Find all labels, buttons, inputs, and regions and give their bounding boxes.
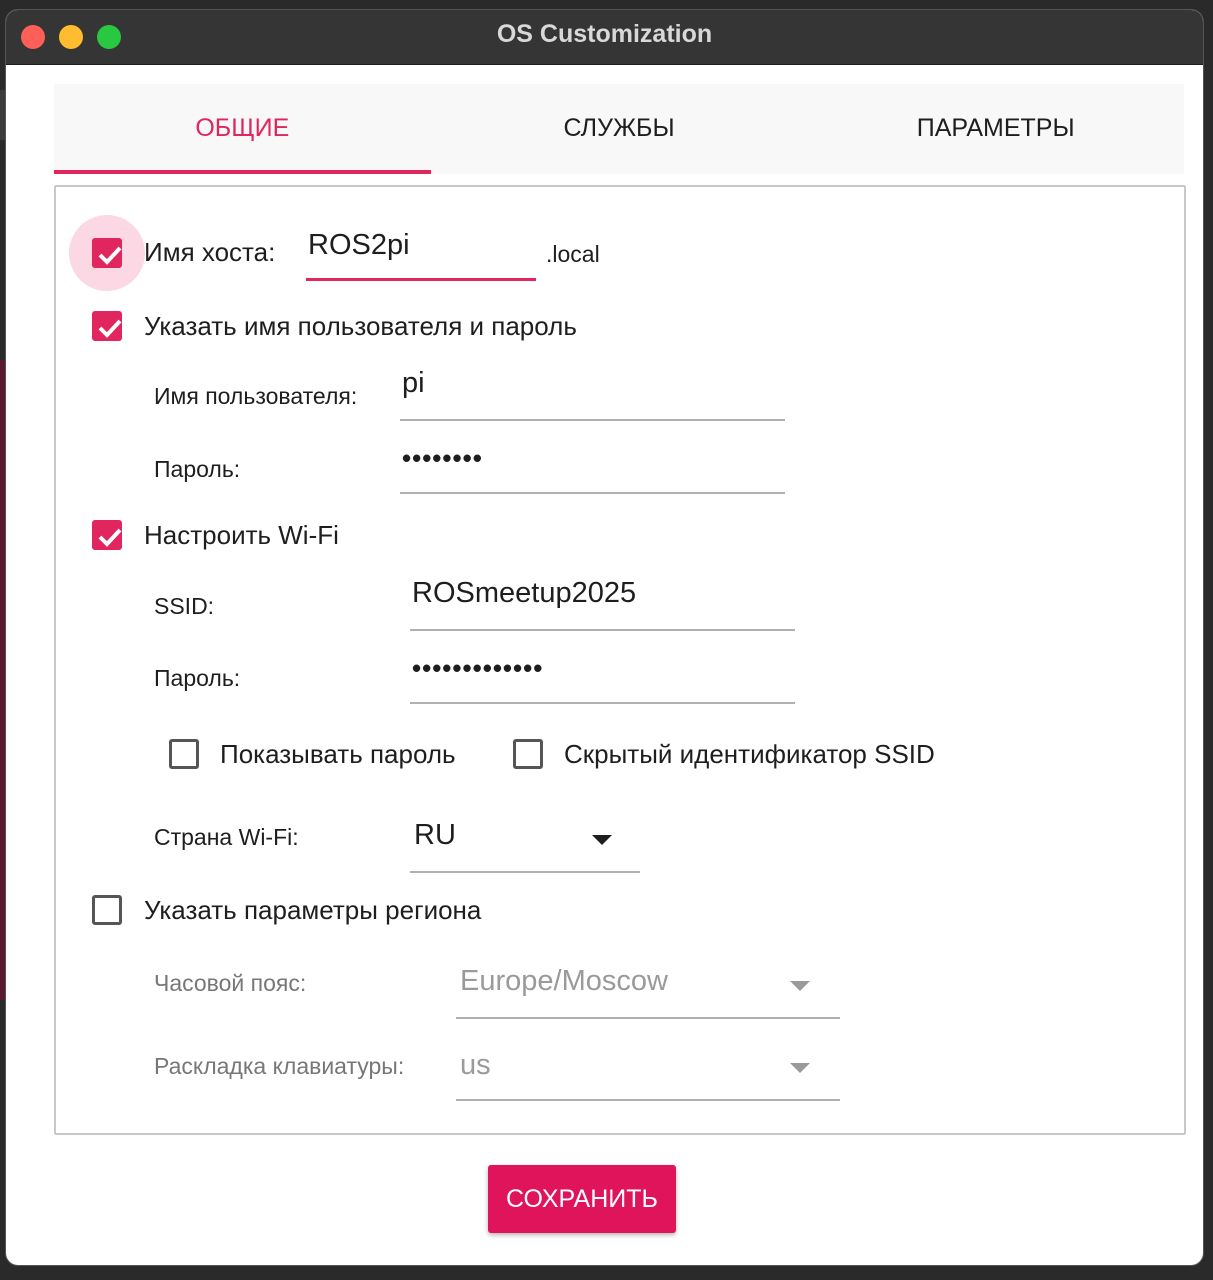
- dropdown-arrow-icon: [790, 1063, 810, 1073]
- tab-options[interactable]: ПАРАМЕТРЫ: [807, 84, 1184, 174]
- hostname-input[interactable]: ROS2pi: [306, 227, 536, 281]
- timezone-select[interactable]: Europe/Moscow: [456, 957, 840, 1019]
- username-label: Имя пользователя:: [154, 383, 358, 409]
- ssid-label: SSID:: [154, 593, 215, 619]
- username-input[interactable]: pi: [400, 367, 785, 421]
- hostname-value: ROS2pi: [308, 229, 410, 261]
- ssid-value: ROSmeetup2025: [412, 577, 637, 609]
- show-password-checkbox[interactable]: [169, 739, 199, 769]
- save-button[interactable]: СОХРАНИТЬ: [488, 1165, 676, 1233]
- username-value: pi: [402, 367, 425, 399]
- hidden-ssid-checkbox[interactable]: [513, 739, 543, 769]
- wifi-country-label: Страна Wi-Fi:: [154, 824, 299, 850]
- dropdown-arrow-icon: [592, 835, 612, 845]
- keyboard-layout-value: us: [460, 1049, 491, 1081]
- user-password-input[interactable]: ••••••••: [400, 439, 785, 494]
- set-username-checkbox[interactable]: [92, 311, 122, 341]
- general-settings-panel: Имя хоста: ROS2pi .local Указать имя пол…: [54, 185, 1186, 1135]
- checkmark-icon: [98, 528, 122, 547]
- title-bar[interactable]: OS Customization: [6, 10, 1203, 65]
- tab-general[interactable]: ОБЩИЕ: [54, 84, 431, 174]
- checkmark-icon: [98, 319, 122, 338]
- configure-wifi-checkbox[interactable]: [92, 520, 122, 550]
- configure-wifi-label: Настроить Wi-Fi: [144, 520, 339, 550]
- wifi-password-value: •••••••••••••: [412, 653, 544, 683]
- checkmark-icon: [98, 246, 122, 265]
- dropdown-arrow-icon: [790, 981, 810, 991]
- hidden-ssid-label: Скрытый идентификатор SSID: [564, 739, 935, 769]
- wifi-password-label: Пароль:: [154, 665, 241, 691]
- user-password-label: Пароль:: [154, 456, 241, 482]
- keyboard-layout-label: Раскладка клавиатуры:: [154, 1053, 405, 1079]
- hostname-checkbox[interactable]: [92, 238, 122, 268]
- wifi-password-input[interactable]: •••••••••••••: [410, 649, 795, 704]
- os-customization-window: OS Customization ОБЩИЕ СЛУЖБЫ ПАРАМЕТРЫ …: [6, 10, 1203, 1265]
- timezone-value: Europe/Moscow: [460, 965, 668, 997]
- hostname-label: Имя хоста:: [144, 237, 276, 267]
- set-locale-label: Указать параметры региона: [144, 895, 482, 925]
- hostname-suffix: .local: [546, 241, 600, 267]
- window-title: OS Customization: [496, 20, 713, 48]
- tab-bar: ОБЩИЕ СЛУЖБЫ ПАРАМЕТРЫ: [54, 84, 1184, 174]
- user-password-value: ••••••••: [402, 443, 483, 473]
- wifi-country-value: RU: [414, 819, 456, 851]
- set-locale-checkbox[interactable]: [92, 895, 122, 925]
- timezone-label: Часовой пояс:: [154, 970, 307, 996]
- keyboard-layout-select[interactable]: us: [456, 1039, 840, 1101]
- set-username-label: Указать имя пользователя и пароль: [144, 311, 577, 341]
- tab-services[interactable]: СЛУЖБЫ: [431, 84, 808, 174]
- show-password-label: Показывать пароль: [220, 739, 456, 769]
- wifi-country-select[interactable]: RU: [410, 817, 640, 873]
- ssid-input[interactable]: ROSmeetup2025: [410, 577, 795, 631]
